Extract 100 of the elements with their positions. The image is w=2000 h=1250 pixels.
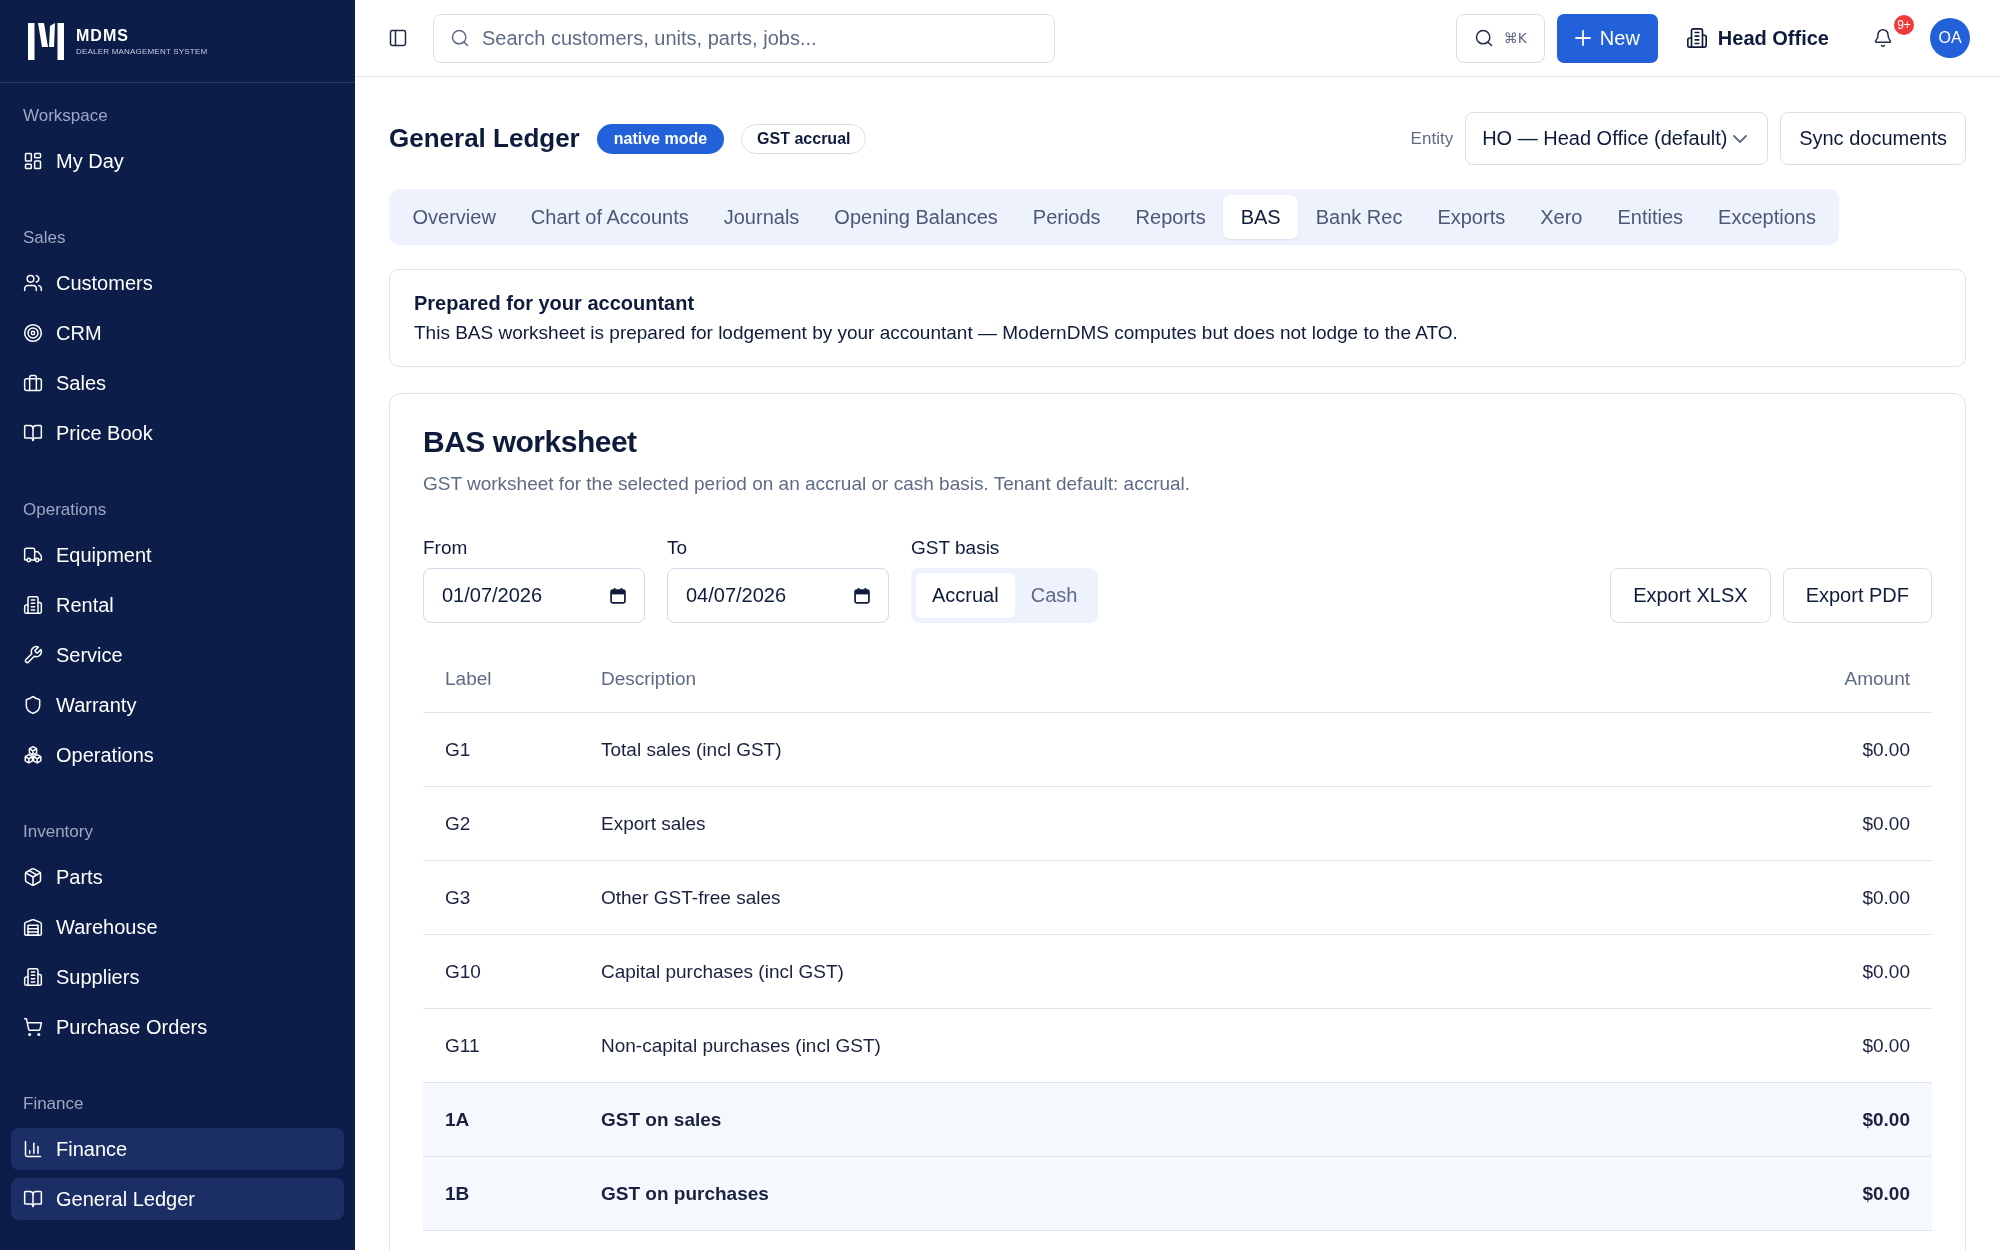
tab[interactable]: Reports — [1118, 195, 1224, 239]
tab[interactable]: Entities — [1599, 195, 1701, 239]
sidebar-item[interactable]: Operations — [11, 734, 344, 776]
date-field[interactable]: 04/07/2026 — [667, 568, 889, 623]
date-field[interactable]: 01/07/2026 — [423, 568, 645, 623]
tab[interactable]: Chart of Accounts — [513, 195, 707, 239]
sidebar-item[interactable]: My Day — [11, 140, 344, 182]
sidebar-item[interactable]: Rental — [11, 584, 344, 626]
bar-chart-icon — [23, 1139, 43, 1159]
table-cell: G10 — [423, 935, 579, 1009]
worksheet-title: BAS worksheet — [423, 424, 638, 460]
location-button[interactable]: Head Office — [1685, 26, 1829, 50]
tab[interactable]: Exceptions — [1700, 195, 1834, 239]
table-cell: Capital purchases (incl GST) — [579, 935, 1823, 1009]
notice-text: This BAS worksheet is prepared for lodgement by your accountant — ModernDMS computes but does not lodge to the ATO. — [414, 321, 1459, 345]
table-cell: 1A — [423, 1083, 579, 1157]
grid-icon — [23, 151, 43, 171]
book-icon — [23, 423, 43, 443]
shield-icon — [23, 695, 43, 715]
tab[interactable]: Opening Balances — [816, 195, 1016, 239]
table-cell: Total sales (incl GST) — [579, 713, 1823, 787]
table-cell: $0.00 — [1822, 1157, 1932, 1231]
calendar-icon — [610, 587, 626, 604]
section-heading: Operations — [22, 499, 108, 521]
section-heading: Inventory — [22, 821, 94, 843]
worksheet-subtitle: GST worksheet for the selected period on an accrual or cash basis. Tenant default: accrual. — [423, 472, 1192, 496]
sidebar-item[interactable]: Customers — [11, 262, 344, 304]
bell-icon — [1873, 28, 1893, 48]
notice-title: Prepared for your accountant — [414, 291, 696, 316]
search-icon — [1473, 28, 1494, 48]
tab[interactable]: BAS — [1223, 195, 1299, 239]
table-cell: $0.00 — [1822, 861, 1932, 935]
segment-option[interactable]: Cash — [1014, 573, 1094, 618]
table-cell: GST on purchases — [579, 1157, 1823, 1231]
table-cell: $0.00 — [1822, 1083, 1932, 1157]
section-heading: Sales — [22, 227, 67, 249]
sidebar-item[interactable]: Parts — [11, 856, 344, 898]
field-label: To — [667, 536, 689, 560]
logo-tagline: DEALER MANAGEMENT SYSTEM — [76, 46, 208, 56]
sidebar-item[interactable]: Suppliers — [11, 956, 344, 998]
sidebar-item[interactable]: Warranty — [11, 684, 344, 726]
table-cell: G3 — [423, 861, 579, 935]
sidebar-item[interactable]: Equipment — [11, 534, 344, 576]
building-icon — [1685, 27, 1708, 49]
sidebar-item[interactable]: General Ledger — [11, 1178, 344, 1220]
status-badge: native mode — [596, 123, 725, 154]
box-icon — [23, 867, 43, 887]
entity-select[interactable]: HO — Head Office (default) — [1465, 112, 1769, 165]
cubes-icon — [23, 745, 43, 765]
logo-icon — [28, 22, 64, 60]
column-header: Amount — [1822, 645, 1932, 713]
truck-icon — [23, 545, 43, 565]
chevron-down-icon — [1733, 134, 1748, 143]
column-header: Description — [579, 645, 1823, 713]
building-icon — [23, 967, 43, 987]
tab[interactable]: Exports — [1419, 195, 1523, 239]
logo-name: MDMS — [76, 26, 130, 44]
sidebar-item[interactable]: Finance — [11, 1128, 344, 1170]
export-button[interactable]: Export PDF — [1782, 568, 1932, 623]
tab[interactable]: Periods — [1015, 195, 1119, 239]
search-icon — [450, 28, 470, 48]
notification-count: 9+ — [1894, 15, 1914, 35]
wrench-icon — [23, 645, 43, 665]
users-icon — [23, 273, 43, 293]
cart-icon — [23, 1017, 43, 1037]
building-icon — [23, 595, 43, 615]
table-cell: G2 — [423, 787, 579, 861]
column-header: Label — [423, 645, 579, 713]
tab[interactable]: Xero — [1522, 195, 1600, 239]
page-title: General Ledger — [389, 123, 580, 154]
sidebar-item[interactable]: Price Book — [11, 412, 344, 454]
sync-documents-button[interactable]: Sync documents — [1780, 112, 1966, 165]
table-cell: $0.00 — [1822, 787, 1932, 861]
tab[interactable]: Bank Rec — [1298, 195, 1420, 239]
sidebar-item[interactable]: Sales — [11, 362, 344, 404]
sidebar-item[interactable]: CRM — [11, 312, 344, 354]
user-avatar[interactable]: OA — [1930, 18, 1970, 58]
table-cell: G1 — [423, 713, 579, 787]
section-heading: Finance — [22, 1093, 85, 1115]
section-heading: Workspace — [22, 105, 109, 127]
segment-option[interactable]: Accrual — [916, 573, 1015, 618]
target-icon — [23, 323, 43, 343]
field-label: From — [423, 536, 469, 560]
sidebar-item[interactable]: Service — [11, 634, 344, 676]
sidebar-item[interactable]: Purchase Orders — [11, 1006, 344, 1048]
warehouse-icon — [23, 917, 43, 937]
notifications-button[interactable] — [1873, 28, 1893, 48]
export-button[interactable]: Export XLSX — [1610, 568, 1771, 623]
entity-label: Entity — [1410, 128, 1454, 149]
calendar-icon — [854, 587, 870, 604]
sidebar-toggle-button[interactable] — [388, 28, 408, 48]
new-button[interactable]: New — [1556, 13, 1658, 63]
table-cell: GST on sales — [579, 1083, 1823, 1157]
tab[interactable]: Overview — [395, 195, 514, 239]
sidebar-item[interactable]: Warehouse — [11, 906, 344, 948]
tab[interactable]: Journals — [706, 195, 817, 239]
table-cell: Export sales — [579, 787, 1823, 861]
table-cell: $0.00 — [1822, 713, 1932, 787]
command-search-button[interactable]: ⌘K — [1455, 13, 1545, 63]
book-icon — [23, 1189, 43, 1209]
